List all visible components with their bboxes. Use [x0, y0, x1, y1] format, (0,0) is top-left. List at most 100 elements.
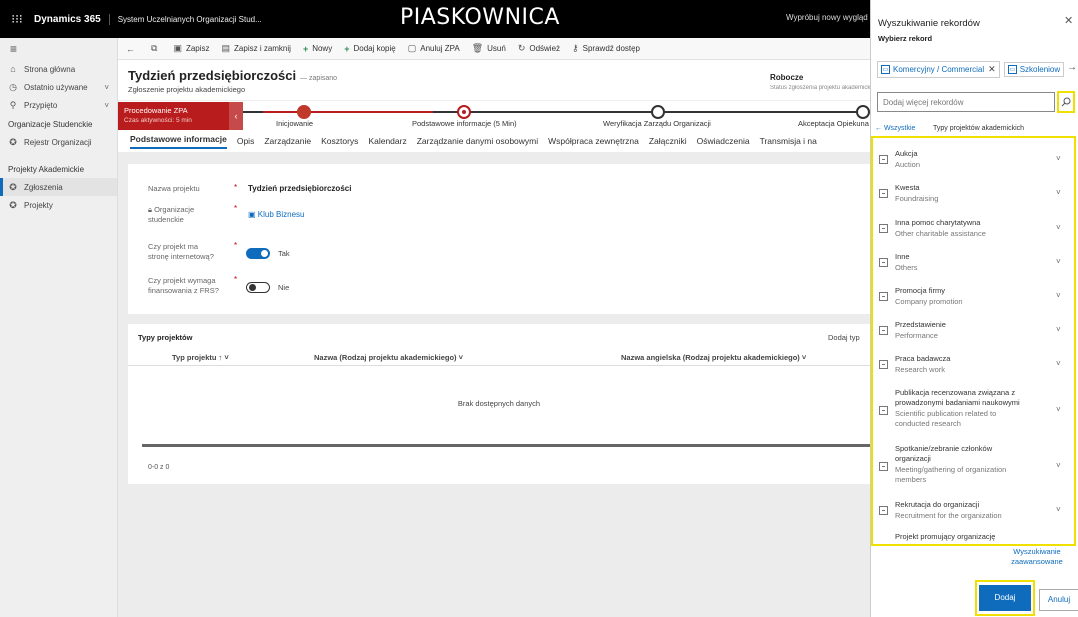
tab-calendar[interactable]: Kalendarz — [368, 136, 406, 146]
item-text-line: prowadzonymi badaniami naukowymi — [895, 398, 1020, 407]
app-name[interactable]: Dynamics 365 — [34, 13, 110, 25]
new-button[interactable]: + Nowy — [303, 44, 332, 54]
chevron-down-icon[interactable]: ˅ — [1056, 257, 1061, 266]
app-subtitle[interactable]: System Uczelnianych Organizacji Stud... — [110, 15, 262, 24]
item-text-line: conducted research — [895, 419, 961, 428]
tab-description[interactable]: Opis — [237, 136, 254, 146]
record-icon: ▭ — [881, 64, 890, 74]
save-icon: ▣ — [173, 43, 182, 53]
refresh-button[interactable]: ↻ Odśwież — [518, 43, 560, 54]
tab-statements[interactable]: Oświadczenia — [697, 136, 750, 146]
frs-funding-toggle[interactable] — [246, 282, 270, 293]
advanced-search-link[interactable]: Wyszukiwanie zaawansowane — [1001, 547, 1073, 567]
chevron-down-icon[interactable]: ˅ — [1056, 325, 1061, 334]
stage-pending-icon[interactable] — [856, 105, 870, 119]
entity-icon: ✪ — [9, 181, 17, 192]
nav-recent[interactable]: ◷ Ostatnio używane ˅ — [0, 78, 117, 96]
nav-projects[interactable]: ✪ Projekty — [0, 196, 117, 214]
lookup-search-input[interactable]: Dodaj więcej rekordów — [877, 92, 1055, 112]
tab-basic-info[interactable]: Podstawowe informacje — [130, 134, 227, 149]
copy-button[interactable]: + Dodaj kopię — [344, 44, 396, 54]
stage-label[interactable]: Weryfikacja Zarządu Organizacji — [603, 119, 711, 128]
selected-record-chip[interactable]: ▭ Komercyjny / Commercial ✕ — [877, 60, 1000, 78]
nav-home[interactable]: ⌂ Strona główna — [0, 60, 117, 78]
chevron-down-icon[interactable]: ˅ — [1056, 223, 1061, 232]
chip-label: Szkoleniow — [1019, 64, 1061, 74]
nav-org-register[interactable]: ✪ Rejestr Organizacji — [0, 133, 117, 151]
chip-label: Komercyjny / Commercial — [893, 64, 985, 74]
back-button[interactable]: ← — [126, 44, 139, 54]
lock-icon: 🔒︎ — [148, 205, 152, 214]
stage-pending-icon[interactable] — [651, 105, 665, 119]
chevron-down-icon[interactable]: ˅ — [1056, 405, 1061, 414]
chevron-down-icon[interactable]: ˅ — [1056, 291, 1061, 300]
form-tabs: Podstawowe informacje Opis Zarządzanie K… — [118, 130, 870, 152]
tab-management[interactable]: Zarządzanie — [264, 136, 311, 146]
nav-pinned[interactable]: ⚲ Przypięto ˅ — [0, 96, 117, 114]
chevron-down-icon[interactable]: ˅ — [1056, 505, 1061, 514]
check-access-button[interactable]: ⚷ Sprawdź dostęp — [572, 43, 640, 54]
cancel-zpa-button[interactable]: ▢ Anuluj ZPA — [408, 43, 460, 54]
stage-label[interactable]: Podstawowe informacje (5 Min) — [412, 119, 517, 128]
entity-name: Zgłoszenie projektu akademickiego — [128, 85, 246, 94]
chevron-down-icon[interactable]: ˅ — [1056, 359, 1061, 368]
stage-label[interactable]: Inicjowanie — [276, 119, 313, 128]
stage-current-icon[interactable] — [457, 105, 471, 119]
tab-personal-data[interactable]: Zarządzanie danymi osobowymi — [417, 136, 538, 146]
tab-budget[interactable]: Kosztorys — [321, 136, 358, 146]
item-text-line: Meeting/gathering of organization — [895, 465, 1007, 474]
all-records-link[interactable]: ← Wszystkie — [875, 125, 915, 132]
stage-check-icon[interactable] — [297, 105, 311, 119]
save-close-button[interactable]: ▤ Zapisz i zamknij — [222, 43, 291, 54]
column-english-name[interactable]: Nazwa angielska (Rodzaj projektu akademi… — [621, 353, 806, 362]
save-close-icon: ▤ — [221, 43, 231, 53]
hamburger-menu-icon[interactable]: ≡ — [0, 38, 117, 60]
close-icon[interactable]: ✕ — [1064, 14, 1073, 27]
nav-submissions[interactable]: ✪ Zgłoszenia — [0, 178, 117, 196]
tab-transmission[interactable]: Transmisja i na — [760, 136, 817, 146]
document-cancel-icon: ▢ — [407, 43, 417, 53]
subgrid-title: Typy projektów — [138, 333, 193, 342]
save-status: — zapisano — [300, 75, 338, 82]
field-label-line: Czy projekt wymaga — [148, 276, 216, 285]
website-toggle[interactable] — [246, 248, 270, 259]
bpf-process-name[interactable]: Procedowanie ZPA Czas aktywności: 5 min … — [118, 102, 243, 130]
back-arrow-icon: ← — [126, 43, 135, 54]
chevron-down-icon[interactable]: ˅ — [1056, 154, 1061, 163]
item-polish-name: Promocja firmy — [895, 286, 946, 295]
column-project-type[interactable]: Typ projektu ↑ ˅ — [172, 353, 229, 362]
remove-icon[interactable]: ✕ — [988, 64, 996, 75]
list-title: Typy projektów akademickich — [933, 125, 1025, 132]
popout-button[interactable]: ⧉ — [151, 43, 161, 54]
chevron-down-icon[interactable]: ˅ — [1056, 461, 1061, 470]
stage-label[interactable]: Akceptacja Opiekuna — [798, 119, 869, 128]
chevron-left-icon[interactable]: ‹ — [229, 102, 243, 130]
item-polish-name: Inna pomoc charytatywna — [895, 218, 981, 227]
try-new-look-toggle[interactable]: Wypróbuj nowy wygląd — [786, 13, 868, 22]
item-polish-name: Rekrutacja do organizacji — [895, 500, 980, 509]
chevron-down-icon[interactable]: ˅ — [1056, 188, 1061, 197]
project-types-subgrid: Typy projektów Dodaj typ Typ projektu ↑ … — [128, 324, 870, 484]
add-button[interactable]: Dodaj — [979, 585, 1031, 611]
horizontal-scrollbar[interactable] — [142, 444, 870, 447]
search-button[interactable] — [1057, 91, 1075, 113]
entity-icon: ✪ — [9, 199, 17, 210]
add-type-button[interactable]: Dodaj typ — [828, 333, 860, 342]
tab-external-cooperation[interactable]: Współpraca zewnętrzna — [548, 136, 639, 146]
tab-attachments[interactable]: Załączniki — [649, 136, 687, 146]
arrow-right-icon[interactable]: → — [1067, 62, 1077, 73]
app-launcher-icon[interactable]: ⁝⁝⁝ — [0, 0, 34, 38]
save-button[interactable]: ▣ Zapisz — [173, 43, 209, 54]
selected-record-chip[interactable]: ▭ Szkoleniow — [1003, 61, 1065, 77]
item-polish-name: Publikacja recenzowana związana z prowadz… — [895, 388, 1020, 408]
field-label-line: stronę internetową? — [148, 252, 214, 261]
delete-button[interactable]: 🗑 Usuń — [472, 43, 506, 54]
record-icon — [879, 189, 888, 198]
cancel-button[interactable]: Anuluj — [1039, 589, 1078, 611]
column-name[interactable]: Nazwa (Rodzaj projektu akademickiego) ˅ — [314, 353, 463, 362]
organization-lookup[interactable]: ▣ Klub Biznesu — [248, 210, 305, 219]
item-text-line: Publikacja recenzowana związana z — [895, 388, 1016, 397]
project-name-field[interactable]: Tydzień przedsiębiorczości — [248, 184, 351, 193]
status-value: Robocze — [770, 73, 804, 82]
left-navigation: ≡ ⌂ Strona główna ◷ Ostatnio używane ˅ ⚲ Prz… — [0, 38, 118, 617]
